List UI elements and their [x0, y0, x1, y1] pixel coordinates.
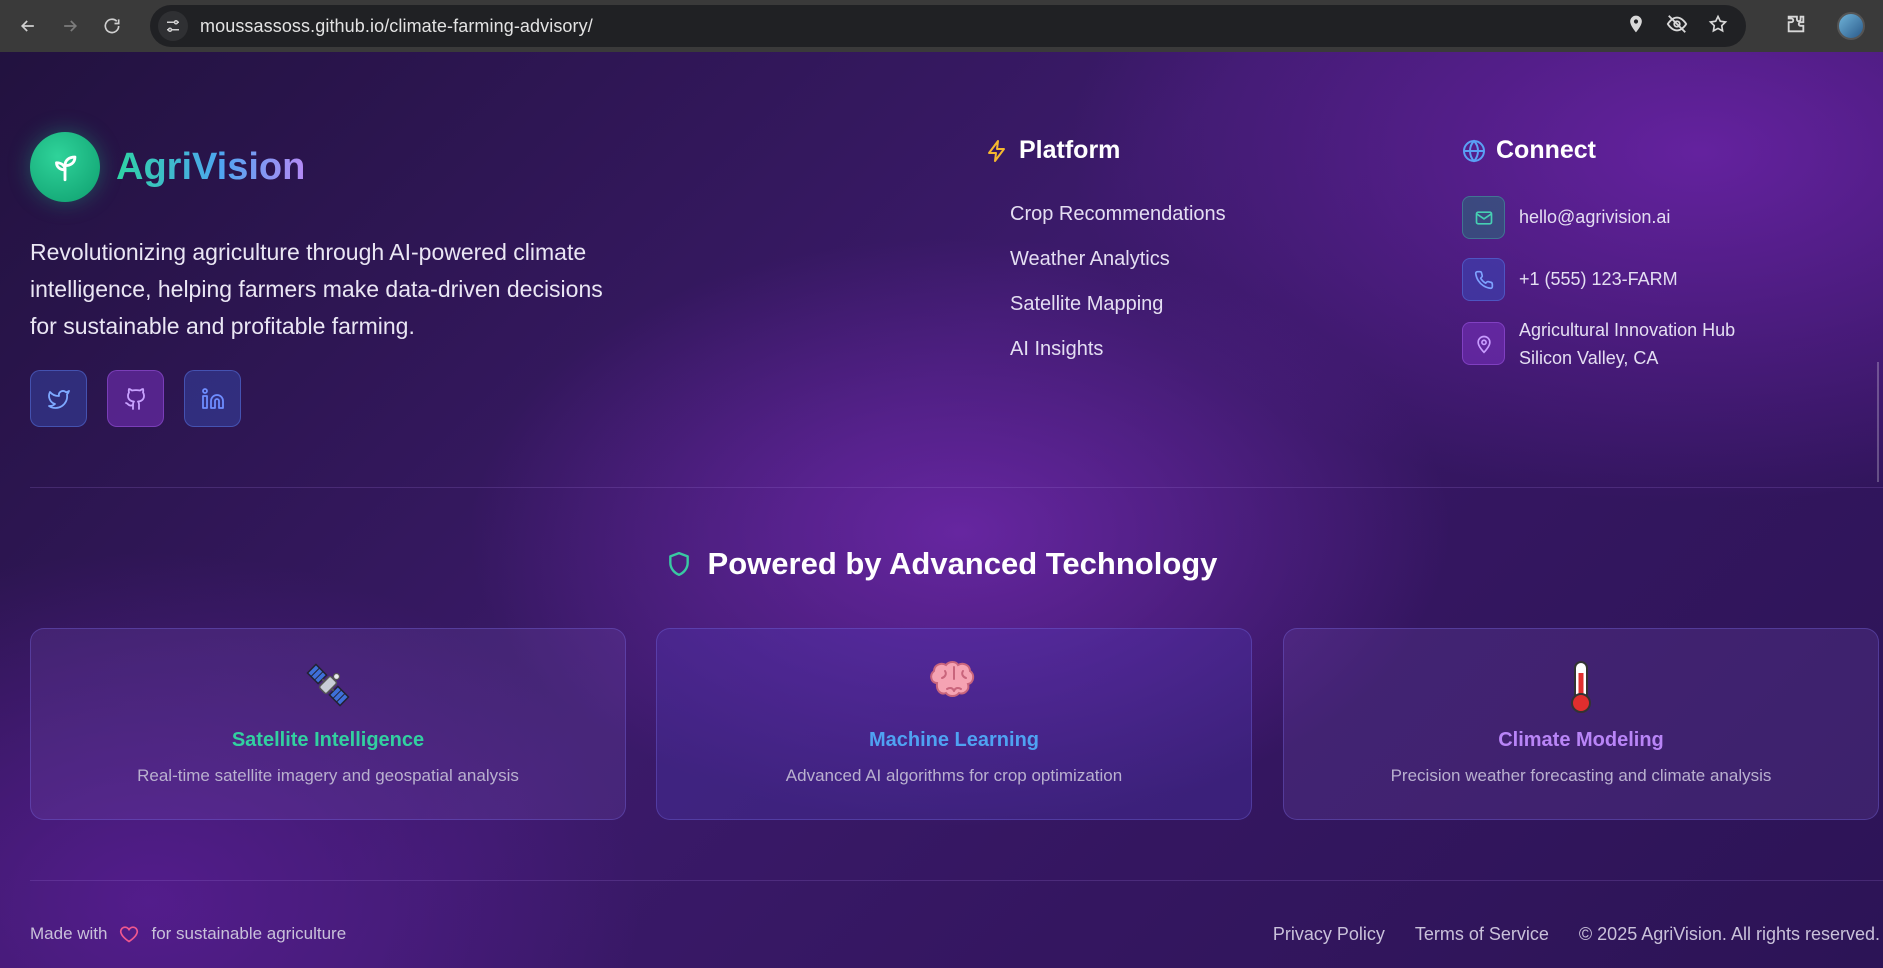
contact-email[interactable]: hello@agrivision.ai: [1462, 196, 1670, 239]
arrow-left-icon: [20, 20, 34, 32]
terms-of-service-link[interactable]: Terms of Service: [1415, 924, 1549, 945]
card-title: Climate Modeling: [1498, 729, 1664, 751]
address-line-1: Agricultural Innovation Hub: [1519, 320, 1736, 340]
platform-link-ai-insights[interactable]: AI Insights: [1010, 335, 1226, 380]
footer-divider: [30, 880, 1883, 881]
platform-link-crop-recommendations[interactable]: Crop Recommendations: [1010, 200, 1226, 245]
footer-links: Privacy Policy Terms of Service © 2025 A…: [1273, 924, 1880, 945]
contact-phone[interactable]: +1 (555) 123-FARM: [1462, 258, 1678, 301]
connect-heading: Connect: [1462, 136, 1596, 165]
email-text[interactable]: hello@agrivision.ai: [1519, 203, 1670, 231]
arrow-right-icon: [64, 20, 78, 32]
twitter-icon: [47, 389, 70, 409]
card-description: Real-time satellite imagery and geospati…: [137, 766, 519, 785]
card-title: Machine Learning: [868, 729, 1040, 751]
lightning-icon: [985, 138, 1009, 164]
page-content: AgriVision Revolutionizing agriculture t…: [0, 52, 1883, 968]
profile-avatar[interactable]: [1837, 12, 1865, 40]
sprout-icon: [30, 132, 100, 202]
satellite-icon: [31, 659, 625, 715]
address-line-2: Silicon Valley, CA: [1519, 348, 1659, 368]
tech-card-satellite: Satellite Intelligence Real-time satelli…: [30, 628, 626, 820]
social-links: [30, 370, 241, 427]
copyright-text: © 2025 AgriVision. All rights reserved.: [1578, 924, 1880, 944]
address-bar[interactable]: moussassoss.github.io/climate-farming-ad…: [150, 5, 1746, 47]
back-button[interactable]: [14, 12, 42, 40]
card-description: Precision weather forecasting and climat…: [1390, 766, 1772, 785]
mail-icon: [1462, 196, 1505, 239]
brand[interactable]: AgriVision: [30, 132, 305, 202]
brand-tagline: Revolutionizing agriculture through AI-p…: [30, 239, 603, 339]
platform-links: Crop Recommendations Weather Analytics S…: [1010, 200, 1226, 380]
linkedin-button[interactable]: [184, 370, 241, 427]
tech-card-machine-learning: Machine Learning Advanced AI algorithms …: [656, 628, 1252, 820]
reload-button[interactable]: [98, 12, 126, 40]
footer-made-with: Made with for sustainable agriculture: [30, 924, 347, 944]
platform-heading: Platform: [985, 136, 1120, 165]
privacy-policy-link[interactable]: Privacy Policy: [1273, 924, 1385, 945]
section-divider: [30, 487, 1883, 488]
address-text: Agricultural Innovation Hub Silicon Vall…: [1519, 316, 1735, 372]
platform-link-weather-analytics[interactable]: Weather Analytics: [1010, 245, 1226, 290]
phone-icon: [1462, 258, 1505, 301]
linkedin-icon: [201, 387, 224, 409]
map-pin-icon: [1462, 322, 1505, 365]
browser-toolbar: moussassoss.github.io/climate-farming-ad…: [0, 0, 1883, 52]
eye-off-icon[interactable]: [1666, 13, 1688, 40]
globe-icon: [1462, 139, 1486, 163]
brand-name: AgriVision: [116, 145, 306, 188]
github-button[interactable]: [107, 370, 164, 427]
tech-card-climate-modeling: Climate Modeling Precision weather forec…: [1283, 628, 1879, 820]
location-icon[interactable]: [1626, 14, 1646, 39]
phone-text[interactable]: +1 (555) 123-FARM: [1519, 265, 1678, 293]
url-text[interactable]: moussassoss.github.io/climate-farming-ad…: [200, 16, 593, 37]
heart-icon: [119, 924, 139, 944]
tech-heading: Powered by Advanced Technology: [0, 546, 1883, 582]
scrollbar[interactable]: [1877, 362, 1883, 482]
bookmark-star-icon[interactable]: [1708, 14, 1728, 39]
reload-icon: [104, 18, 120, 34]
forward-button[interactable]: [56, 12, 84, 40]
github-icon: [124, 387, 145, 410]
brain-icon: [657, 659, 1251, 715]
twitter-button[interactable]: [30, 370, 87, 427]
card-description: Advanced AI algorithms for crop optimiza…: [785, 766, 1123, 785]
card-title: Satellite Intelligence: [231, 729, 425, 751]
site-info-icon[interactable]: [158, 11, 188, 41]
shield-icon: [666, 549, 692, 579]
extensions-icon[interactable]: [1785, 13, 1807, 40]
platform-link-satellite-mapping[interactable]: Satellite Mapping: [1010, 290, 1226, 335]
contact-address: Agricultural Innovation Hub Silicon Vall…: [1462, 320, 1735, 372]
thermometer-icon: [1284, 659, 1878, 715]
